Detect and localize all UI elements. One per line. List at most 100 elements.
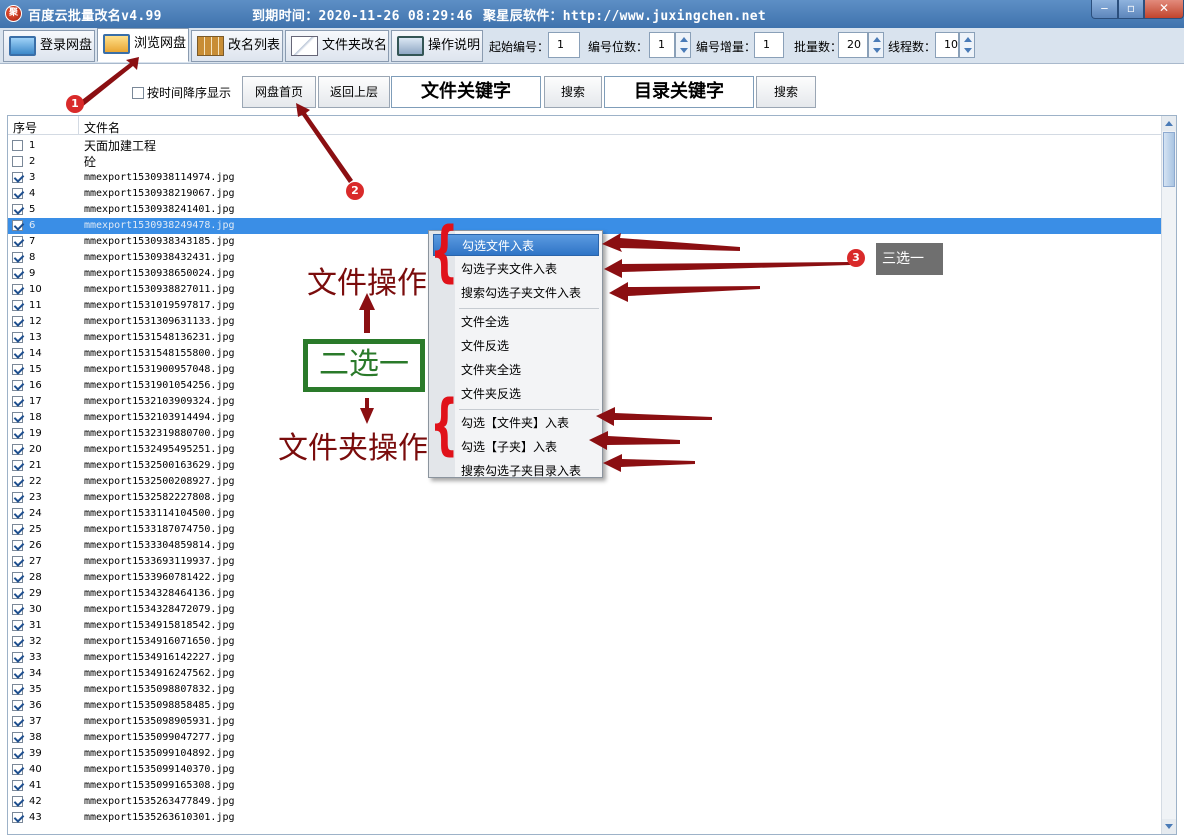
sort-desc-checkbox[interactable]: 按时间降序显示 [132, 84, 231, 101]
row-checkbox[interactable] [12, 188, 23, 199]
vertical-scrollbar[interactable] [1161, 116, 1176, 834]
disk-home-button[interactable]: 网盘首页 [242, 76, 316, 108]
row-checkbox[interactable] [12, 412, 23, 423]
table-row[interactable]: 41 mmexport1535099165308.jpg [8, 778, 1168, 794]
row-checkbox[interactable] [12, 252, 23, 263]
row-checkbox[interactable] [12, 476, 23, 487]
go-up-button[interactable]: 返回上层 [318, 76, 390, 108]
menu-item[interactable]: 文件全选 [433, 311, 599, 333]
row-checkbox[interactable] [12, 652, 23, 663]
row-checkbox[interactable] [12, 332, 23, 343]
menu-item[interactable]: 文件夹全选 [433, 359, 599, 381]
row-checkbox[interactable] [12, 508, 23, 519]
row-checkbox[interactable] [12, 220, 23, 231]
row-checkbox[interactable] [12, 588, 23, 599]
row-checkbox[interactable] [12, 572, 23, 583]
table-row[interactable]: 43 mmexport1535263610301.jpg [8, 810, 1168, 826]
table-row[interactable]: 40 mmexport1535099140370.jpg [8, 762, 1168, 778]
row-checkbox[interactable] [12, 204, 23, 215]
menu-item[interactable]: 文件反选 [433, 335, 599, 357]
scroll-thumb[interactable] [1163, 132, 1175, 187]
table-row[interactable]: 1 天面加建工程 [8, 138, 1168, 154]
tab-help[interactable]: 操作说明 [391, 30, 483, 62]
row-checkbox[interactable] [12, 300, 23, 311]
row-checkbox[interactable] [12, 796, 23, 807]
column-header-filename[interactable]: 文件名 [84, 119, 120, 136]
table-row[interactable]: 38 mmexport1535099047277.jpg [8, 730, 1168, 746]
table-row[interactable]: 28 mmexport1533960781422.jpg [8, 570, 1168, 586]
table-row[interactable]: 2砼 [8, 154, 1168, 170]
tab-folder-rename[interactable]: 文件夹改名 [285, 30, 389, 62]
menu-item[interactable]: 搜索勾选子夹目录入表 [433, 460, 599, 482]
file-search-button[interactable]: 搜索 [544, 76, 602, 108]
row-checkbox[interactable] [12, 812, 23, 823]
row-checkbox[interactable] [12, 140, 23, 151]
scroll-up-icon[interactable] [1162, 116, 1176, 131]
table-row[interactable]: 37 mmexport1535098905931.jpg [8, 714, 1168, 730]
row-checkbox[interactable] [12, 524, 23, 535]
table-row[interactable]: 4 mmexport1530938219067.jpg [8, 186, 1168, 202]
table-row[interactable]: 5 mmexport1530938241401.jpg [8, 202, 1168, 218]
table-row[interactable]: 30 mmexport1534328472079.jpg [8, 602, 1168, 618]
digits-field[interactable]: 1 [649, 32, 675, 58]
row-checkbox[interactable] [12, 396, 23, 407]
start-no-field[interactable]: 1 [548, 32, 580, 58]
row-checkbox[interactable] [12, 732, 23, 743]
row-checkbox[interactable] [12, 316, 23, 327]
tab-login[interactable]: 登录网盘 [3, 30, 95, 62]
table-row[interactable]: 33 mmexport1534916142227.jpg [8, 650, 1168, 666]
row-checkbox[interactable] [12, 444, 23, 455]
table-row[interactable]: 32 mmexport1534916071650.jpg [8, 634, 1168, 650]
row-checkbox[interactable] [12, 492, 23, 503]
threads-stepper[interactable] [959, 32, 975, 58]
table-row[interactable]: 23 mmexport1532582227808.jpg [8, 490, 1168, 506]
file-keyword-input[interactable]: 文件关键字 [391, 76, 541, 108]
table-row[interactable]: 39 mmexport1535099104892.jpg [8, 746, 1168, 762]
row-checkbox[interactable] [12, 764, 23, 775]
row-checkbox[interactable] [12, 556, 23, 567]
row-checkbox[interactable] [12, 236, 23, 247]
table-row[interactable]: 42 mmexport1535263477849.jpg [8, 794, 1168, 810]
row-checkbox[interactable] [12, 540, 23, 551]
row-checkbox[interactable] [12, 156, 23, 167]
close-button[interactable]: ✕ [1144, 0, 1184, 19]
row-checkbox[interactable] [12, 604, 23, 615]
row-checkbox[interactable] [12, 348, 23, 359]
row-checkbox[interactable] [12, 172, 23, 183]
row-checkbox[interactable] [12, 364, 23, 375]
column-header-no[interactable]: 序号 [13, 119, 37, 136]
row-checkbox[interactable] [12, 636, 23, 647]
minimize-button[interactable]: ‒ [1091, 0, 1118, 19]
table-row[interactable]: 25 mmexport1533187074750.jpg [8, 522, 1168, 538]
batch-field[interactable]: 20 [838, 32, 868, 58]
table-row[interactable]: 24 mmexport1533114104500.jpg [8, 506, 1168, 522]
row-checkbox[interactable] [12, 780, 23, 791]
tab-rename-list[interactable]: 改名列表 [191, 30, 283, 62]
increment-field[interactable]: 1 [754, 32, 784, 58]
maximize-button[interactable]: ▫ [1118, 0, 1144, 19]
table-row[interactable]: 31 mmexport1534915818542.jpg [8, 618, 1168, 634]
table-row[interactable]: 34 mmexport1534916247562.jpg [8, 666, 1168, 682]
row-checkbox[interactable] [12, 700, 23, 711]
dir-search-button[interactable]: 搜索 [756, 76, 816, 108]
table-row[interactable]: 36 mmexport1535098858485.jpg [8, 698, 1168, 714]
digits-stepper[interactable] [675, 32, 691, 58]
row-checkbox[interactable] [12, 620, 23, 631]
table-row[interactable]: 35 mmexport1535098807832.jpg [8, 682, 1168, 698]
row-checkbox[interactable] [12, 668, 23, 679]
row-checkbox[interactable] [12, 380, 23, 391]
dir-keyword-input[interactable]: 目录关键字 [604, 76, 754, 108]
table-row[interactable]: 3 mmexport1530938114974.jpg [8, 170, 1168, 186]
tab-browse[interactable]: 浏览网盘 [97, 28, 189, 62]
batch-stepper[interactable] [868, 32, 884, 58]
row-checkbox[interactable] [12, 428, 23, 439]
row-checkbox[interactable] [12, 284, 23, 295]
row-checkbox[interactable] [12, 748, 23, 759]
row-checkbox[interactable] [12, 268, 23, 279]
row-checkbox[interactable] [12, 460, 23, 471]
row-checkbox[interactable] [12, 716, 23, 727]
scroll-down-icon[interactable] [1162, 819, 1176, 834]
table-row[interactable]: 29 mmexport1534328464136.jpg [8, 586, 1168, 602]
threads-field[interactable]: 10 [935, 32, 959, 58]
table-row[interactable]: 27 mmexport1533693119937.jpg [8, 554, 1168, 570]
